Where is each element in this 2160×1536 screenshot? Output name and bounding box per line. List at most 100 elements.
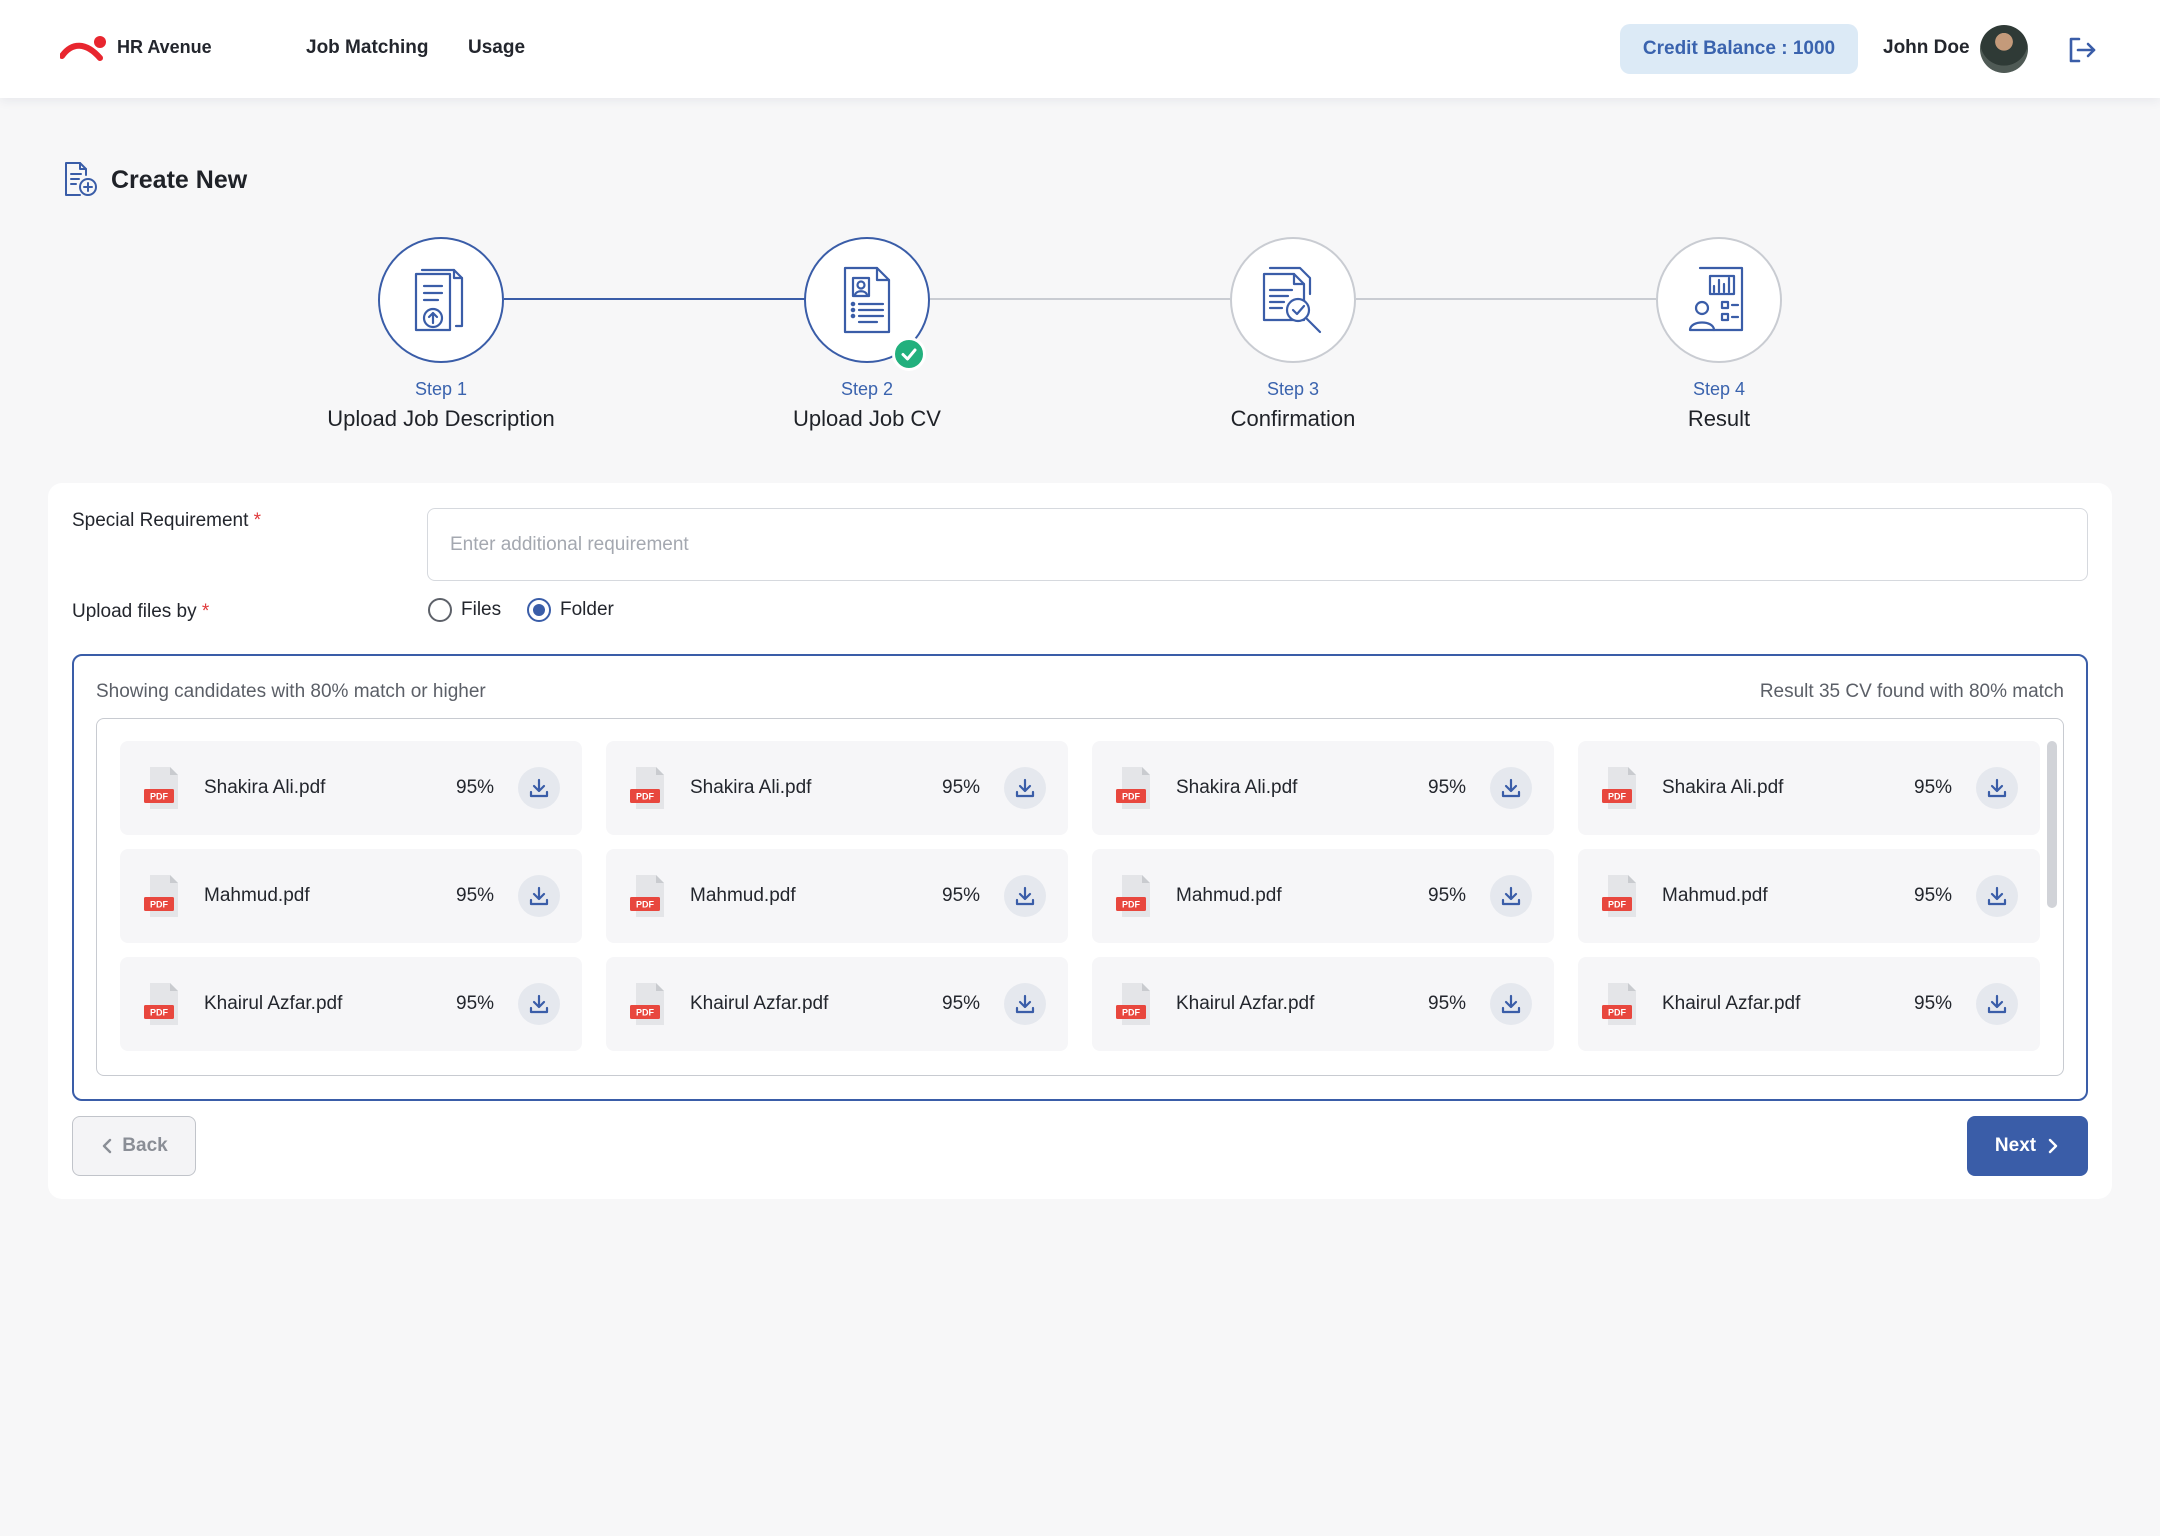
download-icon [1501, 778, 1521, 798]
special-requirement-input[interactable] [427, 508, 2088, 581]
file-card[interactable]: PDF Khairul Azfar.pdf 95% [1092, 957, 1554, 1051]
download-icon [1015, 994, 1035, 1014]
pdf-file-icon: PDF [144, 875, 178, 917]
file-card[interactable]: PDF Mahmud.pdf 95% [1092, 849, 1554, 943]
step-3-circle[interactable] [1230, 237, 1356, 363]
file-card[interactable]: PDF Khairul Azfar.pdf 95% [1578, 957, 2040, 1051]
nav-job-matching[interactable]: Job Matching [306, 37, 428, 59]
brand-name: HR Avenue [117, 37, 212, 57]
pdf-badge-text: PDF [1122, 1008, 1141, 1018]
match-percentage: 95% [1428, 993, 1467, 1014]
download-button[interactable] [1976, 983, 2018, 1025]
cv-document-icon [843, 266, 891, 334]
download-icon [1987, 778, 2007, 798]
pdf-badge-text: PDF [636, 900, 655, 910]
file-card[interactable]: PDF Mahmud.pdf 95% [606, 849, 1068, 943]
download-button[interactable] [1004, 767, 1046, 809]
file-name: Shakira Ali.pdf [204, 777, 326, 798]
match-percentage: 95% [942, 777, 981, 798]
match-percentage: 95% [942, 885, 981, 906]
file-name: Mahmud.pdf [204, 885, 310, 906]
download-button[interactable] [1490, 767, 1532, 809]
pdf-file-icon: PDF [144, 983, 178, 1025]
step-connector-3-4 [1356, 298, 1656, 300]
match-percentage: 95% [1914, 993, 1953, 1014]
back-button-label: Back [122, 1135, 168, 1156]
download-button[interactable] [1490, 875, 1532, 917]
download-button[interactable] [518, 875, 560, 917]
page-title: Create New [111, 166, 248, 194]
step-4-circle[interactable] [1656, 237, 1782, 363]
download-button[interactable] [1004, 875, 1046, 917]
pdf-file-icon: PDF [1116, 767, 1150, 809]
file-card[interactable]: PDF Khairul Azfar.pdf 95% [606, 957, 1068, 1051]
file-name: Shakira Ali.pdf [690, 777, 812, 798]
download-button[interactable] [1976, 875, 2018, 917]
match-percentage: 95% [1428, 885, 1467, 906]
download-button[interactable] [1490, 983, 1532, 1025]
pdf-file-icon: PDF [630, 875, 664, 917]
file-card[interactable]: PDF Khairul Azfar.pdf 95% [120, 957, 582, 1051]
radio-folder[interactable]: Folder [527, 598, 614, 622]
download-button[interactable] [1004, 983, 1046, 1025]
radio-files-label: Files [461, 599, 502, 620]
pdf-file-icon: PDF [630, 767, 664, 809]
radio-files[interactable]: Files [428, 598, 501, 622]
file-list-scrollbar[interactable] [2047, 741, 2057, 908]
avatar[interactable] [1980, 25, 2028, 73]
step-4-label: Step 4 [1692, 379, 1746, 399]
chevron-right-icon [2048, 1138, 2058, 1154]
file-card[interactable]: PDF Shakira Ali.pdf 95% [1578, 741, 2040, 835]
next-button[interactable]: Next [1967, 1116, 2088, 1176]
file-card[interactable]: PDF Mahmud.pdf 95% [120, 849, 582, 943]
upload-document-icon [414, 268, 464, 332]
file-name: Khairul Azfar.pdf [690, 993, 829, 1014]
pdf-badge-text: PDF [1608, 792, 1627, 802]
back-button[interactable]: Back [72, 1116, 196, 1176]
hr-avenue-logo[interactable] [60, 34, 110, 66]
download-button[interactable] [1976, 767, 2018, 809]
nav-usage[interactable]: Usage [468, 37, 525, 59]
pdf-file-icon: PDF [1602, 767, 1636, 809]
user-name[interactable]: John Doe [1883, 37, 1970, 59]
pdf-badge-text: PDF [150, 900, 169, 910]
file-card[interactable]: PDF Shakira Ali.pdf 95% [606, 741, 1068, 835]
match-percentage: 95% [1914, 777, 1953, 798]
match-percentage: 95% [456, 777, 495, 798]
results-count-text: Result 35 CV found with 80% match [1759, 681, 2064, 702]
radio-files-button[interactable] [428, 598, 452, 622]
file-name: Mahmud.pdf [1176, 885, 1282, 906]
pdf-badge-text: PDF [1608, 1008, 1627, 1018]
required-mark: * [253, 510, 262, 531]
pdf-badge-text: PDF [636, 792, 655, 802]
upload-files-by-label: Upload files by * [72, 601, 210, 622]
logout-icon[interactable] [2066, 34, 2098, 66]
download-icon [529, 994, 549, 1014]
pdf-badge-text: PDF [150, 1008, 169, 1018]
pdf-badge-text: PDF [636, 1008, 655, 1018]
download-button[interactable] [518, 983, 560, 1025]
check-icon [892, 337, 926, 371]
pdf-badge-text: PDF [1122, 900, 1141, 910]
download-icon [529, 886, 549, 906]
file-card[interactable]: PDF Shakira Ali.pdf 95% [1092, 741, 1554, 835]
pdf-file-icon: PDF [144, 767, 178, 809]
file-card[interactable]: PDF Mahmud.pdf 95% [1578, 849, 2040, 943]
pdf-file-icon: PDF [1602, 983, 1636, 1025]
pdf-badge-text: PDF [1608, 900, 1627, 910]
step-3-label: Step 3 [1266, 379, 1320, 399]
download-icon [1987, 886, 2007, 906]
radio-folder-button[interactable] [527, 598, 551, 622]
file-name: Khairul Azfar.pdf [1662, 993, 1801, 1014]
download-button[interactable] [518, 767, 560, 809]
results-filter-text: Showing candidates with 80% match or hig… [96, 681, 486, 702]
step-1-title: Upload Job Description [327, 406, 555, 431]
required-mark: * [201, 601, 210, 622]
step-1-circle[interactable] [378, 237, 504, 363]
file-card[interactable]: PDF Shakira Ali.pdf 95% [120, 741, 582, 835]
file-name: Shakira Ali.pdf [1176, 777, 1298, 798]
match-percentage: 95% [1428, 777, 1467, 798]
report-chart-icon [1688, 266, 1744, 332]
match-percentage: 95% [456, 993, 495, 1014]
step-connector-1-2 [504, 298, 806, 300]
